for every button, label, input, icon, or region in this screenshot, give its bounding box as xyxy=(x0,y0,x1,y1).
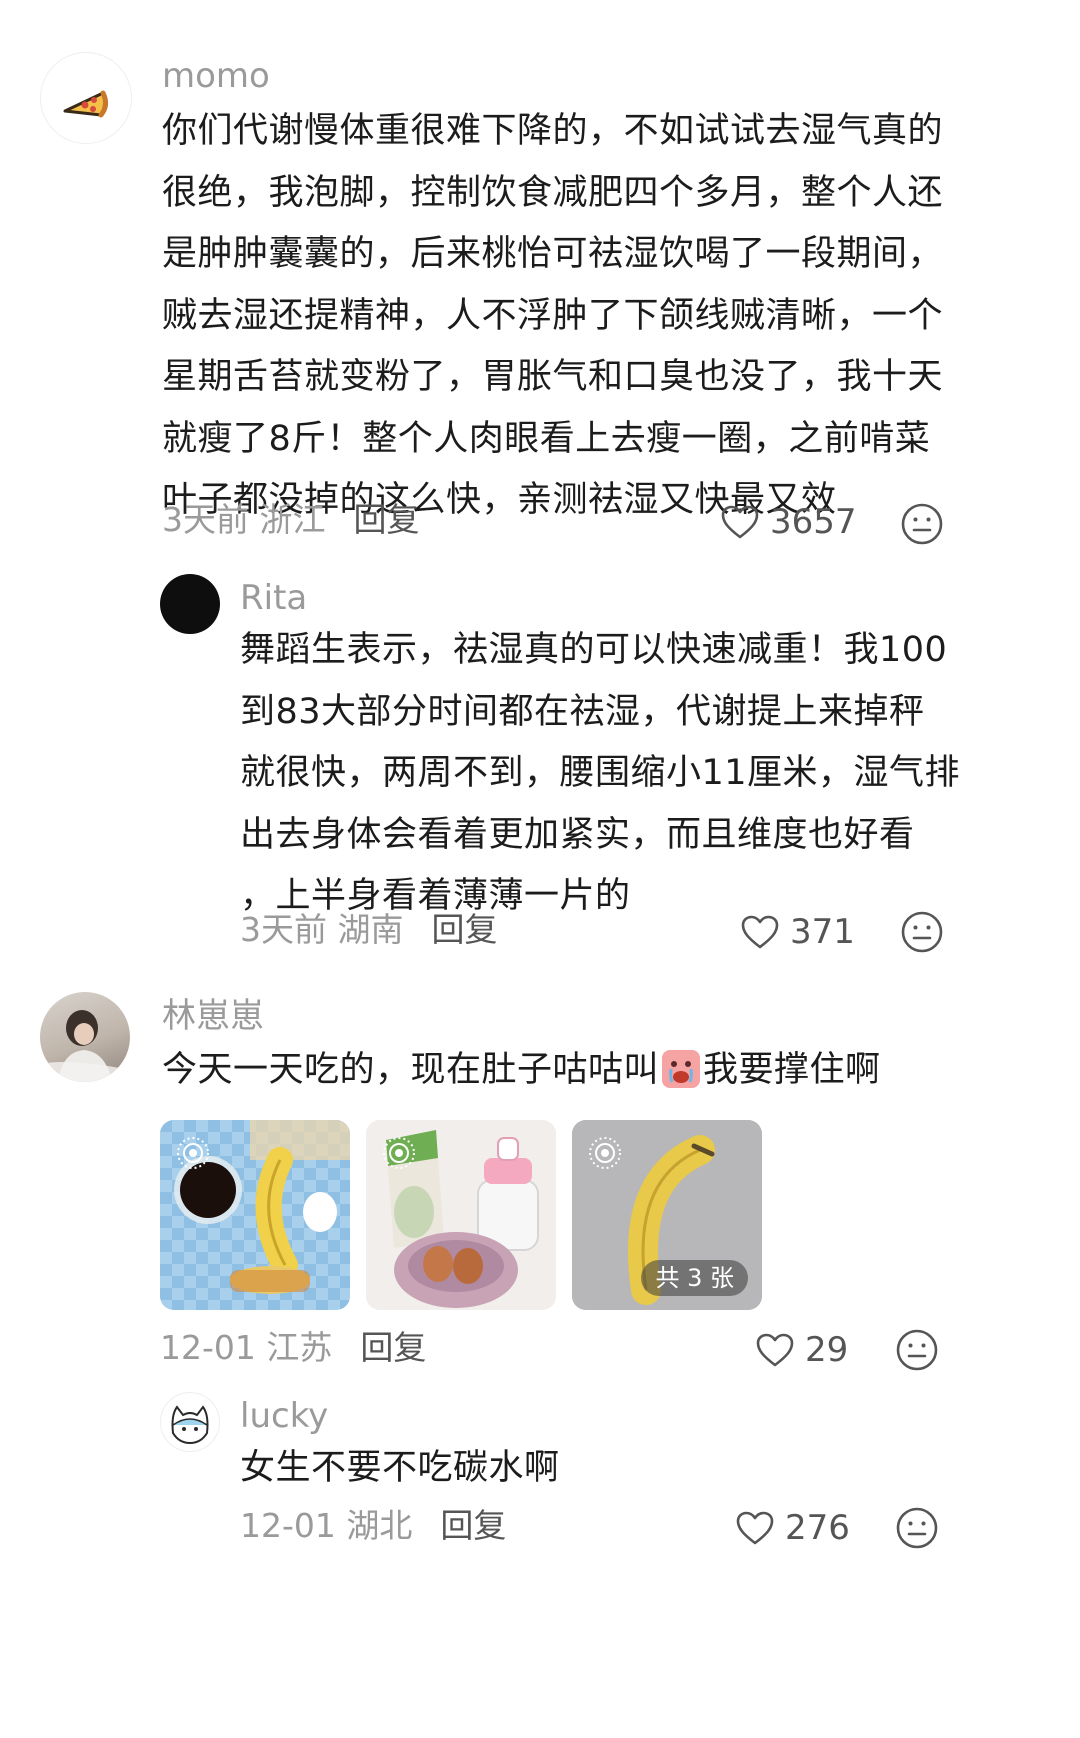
like-count: 3657 xyxy=(770,502,857,542)
meh-face-icon[interactable] xyxy=(895,1506,939,1550)
username[interactable]: 林崽崽 xyxy=(162,996,264,1036)
avatar[interactable] xyxy=(160,574,220,634)
heart-outline-icon xyxy=(736,1511,774,1545)
comment-meta: 3天前 湖南 回复 xyxy=(240,910,498,950)
comment-meta: 12-01 江苏 回复 xyxy=(160,1328,426,1368)
reply-button[interactable]: 回复 xyxy=(360,1328,426,1367)
heart-outline-icon xyxy=(721,505,759,539)
like-button[interactable]: 3657 xyxy=(720,502,857,542)
pizza-icon xyxy=(63,90,109,118)
bottom-fade xyxy=(0,1698,1080,1738)
photo-grid: 共 3 张 xyxy=(160,1120,762,1310)
comment-text[interactable]: 今天一天吃的，现在肚子咕咕叫 我要撑住啊 xyxy=(162,1040,881,1102)
live-photo-icon xyxy=(383,1137,415,1169)
time-location: 12-01 湖北 xyxy=(240,1506,413,1545)
live-photo-icon xyxy=(177,1137,209,1169)
meh-face-icon[interactable] xyxy=(900,502,944,546)
comment-text-part: 今天一天吃的，现在肚子咕咕叫 xyxy=(162,1050,660,1090)
photo-thumbnail[interactable]: 共 3 张 xyxy=(572,1120,762,1310)
cat-avatar-icon xyxy=(171,1405,209,1445)
like-count: 276 xyxy=(785,1508,850,1548)
comment-text[interactable]: 舞蹈生表示，祛湿真的可以快速减重！我100 到83大部分时间都在祛湿，代谢提上来… xyxy=(240,620,960,928)
comment-text-line: 是肿肿囊囊的，后来桃怡可祛湿饮喝了一段期间， xyxy=(162,234,944,274)
username[interactable]: momo xyxy=(162,56,270,96)
time-location: 3天前 浙江 xyxy=(162,500,326,539)
live-photo-icon xyxy=(589,1137,621,1169)
comment-text-line: 贼去湿还提精神，人不浮肿了下颌线贼清晰，一个 xyxy=(162,295,944,336)
comment-text[interactable]: 女生不要不吃碳水啊 xyxy=(240,1438,560,1500)
time-location: 12-01 江苏 xyxy=(160,1328,333,1367)
like-button[interactable]: 371 xyxy=(740,912,855,952)
comment-text-line: 出去身体会看着更加紧实，而且维度也好看 xyxy=(240,814,915,855)
time-location: 3天前 湖南 xyxy=(240,910,404,949)
avatar[interactable] xyxy=(40,52,132,144)
reply-button[interactable]: 回复 xyxy=(440,1506,506,1545)
comment-text-line: 到83大部分时间都在祛湿，代谢提上来掉秤 xyxy=(240,691,925,732)
crying-face-sticker-icon xyxy=(662,1050,701,1088)
comment-text-line: 你们代谢慢体重很难下降的，不如试试去湿气真的 xyxy=(162,111,944,151)
comment-text-part: 我要撑住啊 xyxy=(703,1050,881,1090)
like-button[interactable]: 276 xyxy=(735,1508,850,1548)
meh-face-icon[interactable] xyxy=(895,1328,939,1372)
comment-text-line: 就瘦了8斤！整个人肉眼看上去瘦一圈，之前啃菜 xyxy=(162,418,931,459)
reply-button[interactable]: 回复 xyxy=(354,500,420,539)
heart-outline-icon xyxy=(756,1333,794,1367)
username[interactable]: Rita xyxy=(240,578,307,618)
like-count: 371 xyxy=(790,912,855,952)
comment-text-line: 就很快，两周不到，腰围缩小11厘米，湿气排 xyxy=(240,753,961,793)
heart-outline-icon xyxy=(741,915,779,949)
comment-text-line: 很绝，我泡脚，控制饮食减肥四个多月，整个人还 xyxy=(162,172,944,213)
comment-text-line: 舞蹈生表示，祛湿真的可以快速减重！我100 xyxy=(240,630,948,670)
comment-text-line: 今天一天吃的，现在肚子咕咕叫 我要撑住啊 xyxy=(162,1040,881,1102)
comment-meta: 3天前 浙江 回复 xyxy=(162,500,420,540)
reply-button[interactable]: 回复 xyxy=(432,910,498,949)
comment-text[interactable]: 你们代谢慢体重很难下降的，不如试试去湿气真的 很绝，我泡脚，控制饮食减肥四个多月… xyxy=(162,101,943,532)
username[interactable]: lucky xyxy=(240,1396,328,1436)
comment-text-line: 星期舌苔就变粉了，胃胀气和口臭也没了，我十天 xyxy=(162,357,944,397)
like-count: 29 xyxy=(805,1330,849,1370)
like-button[interactable]: 29 xyxy=(755,1330,848,1370)
person-photo-icon xyxy=(40,1010,130,1082)
comment-text-line: 女生不要不吃碳水啊 xyxy=(240,1448,560,1488)
photo-thumbnail[interactable] xyxy=(160,1120,350,1310)
avatar[interactable] xyxy=(160,1392,220,1452)
avatar[interactable] xyxy=(40,992,130,1082)
photo-thumbnail[interactable] xyxy=(366,1120,556,1310)
comment-meta: 12-01 湖北 回复 xyxy=(240,1506,506,1546)
photo-count-badge: 共 3 张 xyxy=(641,1260,748,1296)
meh-face-icon[interactable] xyxy=(900,910,944,954)
